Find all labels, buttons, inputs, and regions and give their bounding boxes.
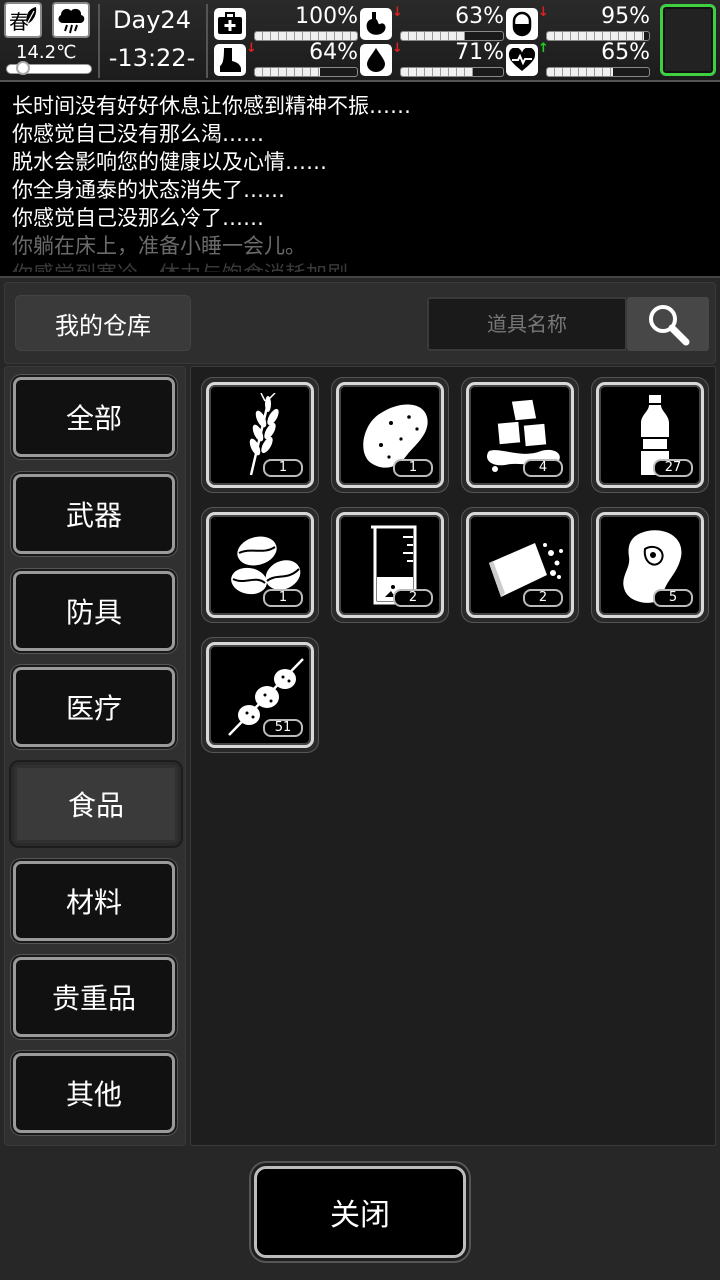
warehouse-title: 我的仓库 xyxy=(15,295,191,351)
temperature-knob xyxy=(15,61,30,75)
item-frame: 4 xyxy=(466,382,574,488)
item-slot[interactable]: 5 xyxy=(591,507,709,623)
stomach-icon xyxy=(360,8,392,40)
stat-bar xyxy=(254,67,358,77)
category-weapons[interactable]: 武器 xyxy=(13,474,175,554)
stat-medicine: ↓ 95% xyxy=(506,4,652,42)
trend-arrow: ↑ xyxy=(538,41,549,56)
stat-value: 71% xyxy=(455,40,504,65)
item-slot[interactable]: 4 xyxy=(461,377,579,493)
status-bar: 春 14.2℃ Day24 -13:22- 100% ↓ 63% ↓ 95% ↓… xyxy=(0,0,720,82)
leaf-icon xyxy=(26,7,37,25)
stat-health: 100% xyxy=(214,4,360,42)
stat-bar xyxy=(546,67,650,77)
equipped-slot-button[interactable] xyxy=(660,4,716,76)
item-frame: 27 xyxy=(596,382,704,488)
log-line: 你感觉到寒冷，体力与饱食消耗加剧。 xyxy=(12,260,708,272)
stat-stamina: ↓ 64% xyxy=(214,40,360,78)
warehouse-panel: 我的仓库 全部 武器 防具 医疗 食品 材料 贵重品 其他 xyxy=(0,276,720,1280)
warehouse-header: 我的仓库 xyxy=(4,282,716,364)
category-all[interactable]: 全部 xyxy=(13,377,175,457)
weather-indicator xyxy=(52,2,90,38)
stat-value: 65% xyxy=(601,40,650,65)
category-valuables[interactable]: 贵重品 xyxy=(13,957,175,1037)
item-grid: 1 1 4 27 1 2 2 5 51 xyxy=(190,366,716,1146)
stat-value: 63% xyxy=(455,4,504,29)
stat-bar-fill xyxy=(255,32,357,40)
log-line: 脱水会影响您的健康以及心情…… xyxy=(12,150,327,174)
stat-bar xyxy=(400,67,504,77)
divider xyxy=(206,4,208,78)
item-quantity: 5 xyxy=(653,589,693,607)
item-frame: 51 xyxy=(206,642,314,748)
clock: -13:22- xyxy=(108,44,196,72)
item-quantity: 2 xyxy=(393,589,433,607)
temperature-gauge xyxy=(6,61,92,75)
day-counter: Day24 xyxy=(113,6,191,34)
water-drop-icon xyxy=(360,44,392,76)
item-slot[interactable]: 51 xyxy=(201,637,319,753)
stat-bar-fill xyxy=(547,68,614,76)
item-frame: 2 xyxy=(336,512,444,618)
log-line: 你感觉自己没那么冷了…… xyxy=(12,206,264,230)
search-icon xyxy=(649,305,690,346)
item-slot[interactable]: 1 xyxy=(201,507,319,623)
log-line: 你感觉自己没有那么渴…… xyxy=(12,122,264,146)
item-quantity: 4 xyxy=(523,459,563,477)
item-slot[interactable]: 2 xyxy=(461,507,579,623)
stat-value: 95% xyxy=(601,4,650,29)
stat-mood: ↑ 65% xyxy=(506,40,652,78)
log-line: 你全身通泰的状态消失了…… xyxy=(12,178,285,202)
item-quantity: 1 xyxy=(393,459,433,477)
item-slot[interactable]: 1 xyxy=(201,377,319,493)
category-materials[interactable]: 材料 xyxy=(13,861,175,941)
category-food[interactable]: 食品 xyxy=(11,762,181,846)
close-button[interactable]: 关闭 xyxy=(254,1166,466,1258)
item-quantity: 1 xyxy=(263,459,303,477)
item-frame: 1 xyxy=(336,382,444,488)
item-frame: 2 xyxy=(466,512,574,618)
trend-arrow: ↓ xyxy=(392,5,403,20)
stat-bar-fill xyxy=(255,68,321,76)
item-quantity: 51 xyxy=(263,719,303,737)
stat-value: 100% xyxy=(295,4,358,29)
item-quantity: 2 xyxy=(523,589,563,607)
item-search-input[interactable] xyxy=(427,297,627,351)
message-log[interactable]: 长时间没有好好休息让你感到精神不振…… 你感觉自己没有那么渴…… 脱水会影响您的… xyxy=(0,84,720,272)
trend-arrow: ↓ xyxy=(246,41,257,56)
stat-bar-fill xyxy=(401,32,466,40)
item-frame: 1 xyxy=(206,382,314,488)
item-slot[interactable]: 1 xyxy=(331,377,449,493)
log-line: 长时间没有好好休息让你感到精神不振…… xyxy=(12,94,411,118)
temperature-label: 14.2℃ xyxy=(16,42,77,63)
log-line: 你躺在床上，准备小睡一会儿。 xyxy=(12,234,306,258)
item-slot[interactable]: 2 xyxy=(331,507,449,623)
pill-icon xyxy=(506,8,538,40)
item-frame: 5 xyxy=(596,512,704,618)
category-list: 全部 武器 防具 医疗 食品 材料 贵重品 其他 xyxy=(4,366,186,1146)
item-slot[interactable]: 27 xyxy=(591,377,709,493)
stat-thirst: ↓ 71% xyxy=(360,40,506,78)
stat-bar-fill xyxy=(547,32,644,40)
trend-arrow: ↓ xyxy=(538,5,549,20)
stat-bar-fill xyxy=(401,68,474,76)
search-button[interactable] xyxy=(627,297,709,351)
item-quantity: 27 xyxy=(653,459,693,477)
heart-icon xyxy=(506,44,538,76)
trend-arrow: ↓ xyxy=(392,41,403,56)
item-quantity: 1 xyxy=(263,589,303,607)
category-other[interactable]: 其他 xyxy=(13,1053,175,1133)
cloud-rain-icon xyxy=(58,8,85,34)
category-armor[interactable]: 防具 xyxy=(13,571,175,651)
season-indicator: 春 xyxy=(4,2,42,38)
category-medical[interactable]: 医疗 xyxy=(13,667,175,747)
stat-hunger: ↓ 63% xyxy=(360,4,506,42)
item-frame: 1 xyxy=(206,512,314,618)
medkit-icon xyxy=(214,8,246,40)
stat-value: 64% xyxy=(309,40,358,65)
boot-icon xyxy=(214,44,246,76)
